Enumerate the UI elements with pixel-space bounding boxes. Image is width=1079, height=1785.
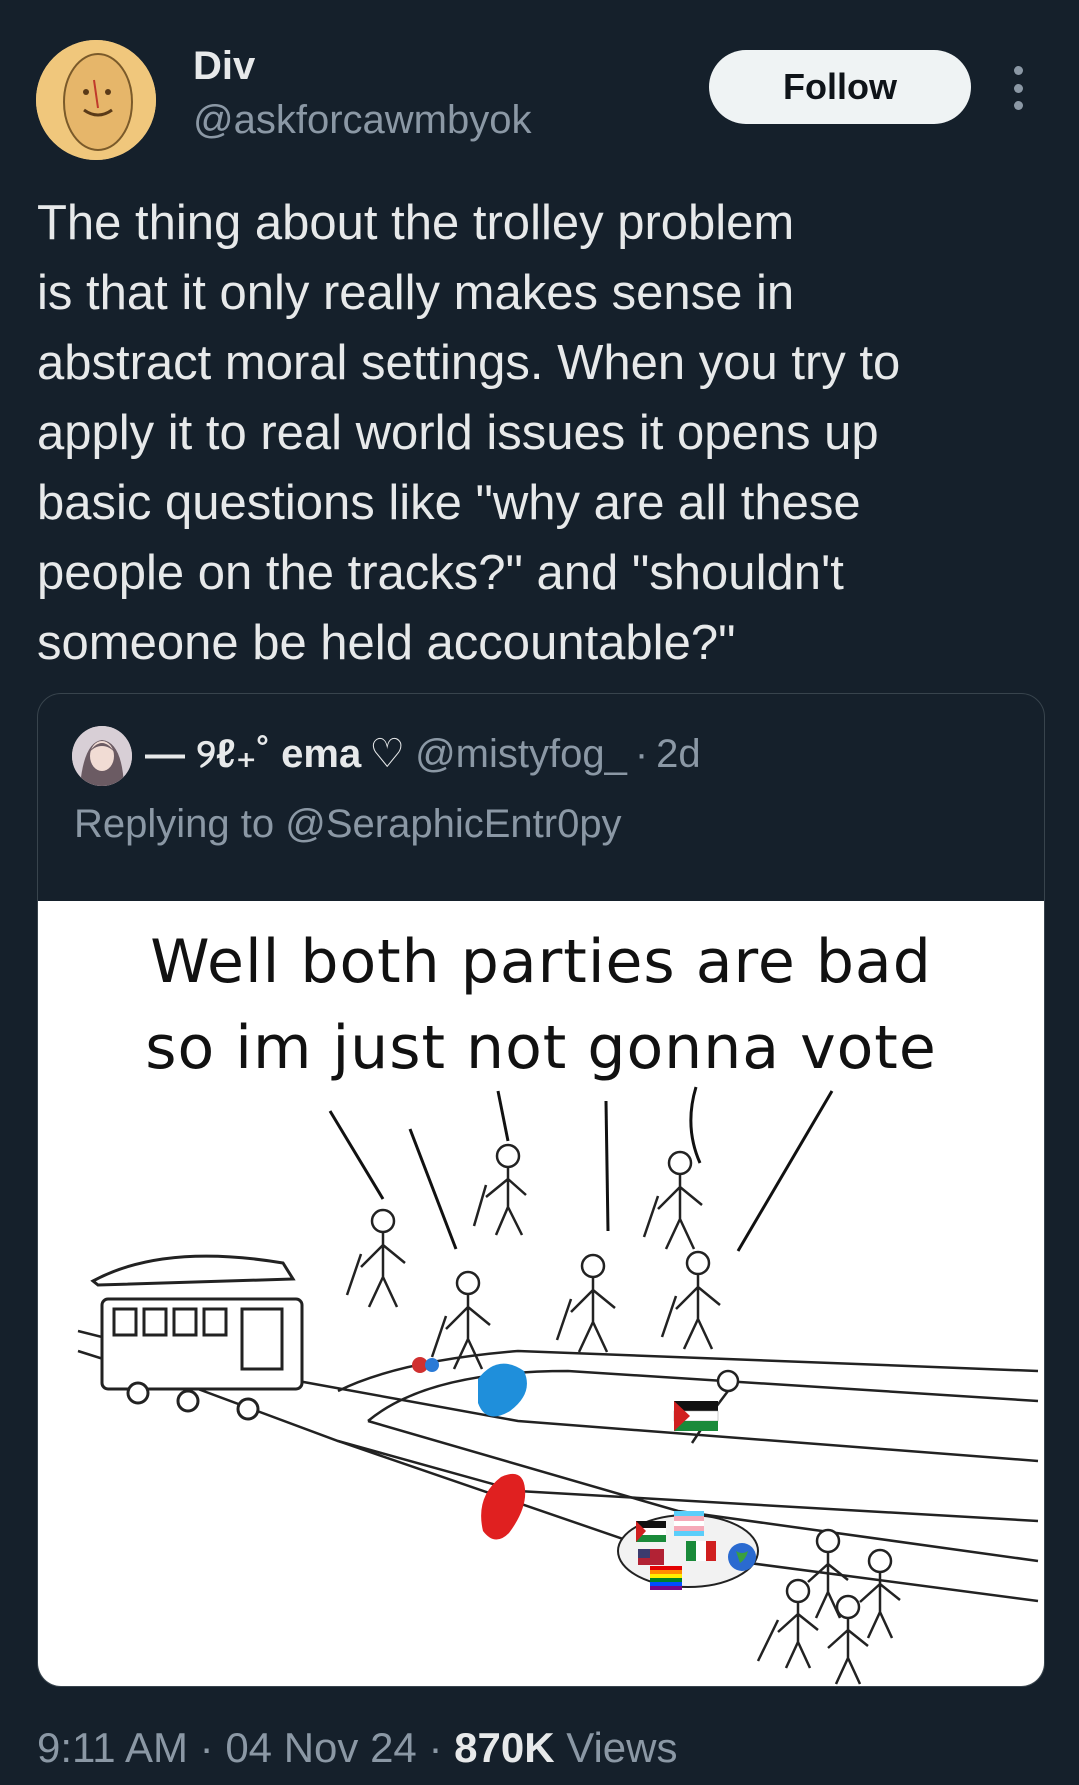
tweet-time[interactable]: 9:11 AM [37, 1724, 188, 1771]
views-count: 870K [454, 1724, 555, 1771]
tweet-date[interactable]: 04 Nov 24 [225, 1724, 416, 1771]
separator-dot: · [428, 1724, 443, 1771]
author-display-name[interactable]: Div [193, 44, 255, 89]
heart-outline-icon: ♡ [369, 732, 406, 776]
quoted-timestamp[interactable]: 2d [656, 732, 701, 777]
replying-to-text[interactable]: Replying to @SeraphicEntr0py [74, 802, 622, 847]
quoted-author-avatar[interactable] [72, 726, 132, 786]
quoted-handle[interactable]: @mistyfog_ [415, 732, 627, 777]
views-label: Views [566, 1724, 678, 1771]
meme-image[interactable]: Well both parties are bad so im just not… [38, 901, 1044, 1686]
quoted-avatar-drawing [72, 726, 132, 786]
avatar-drawing [36, 40, 156, 160]
quoted-tweet-card[interactable]: — ୨ℓ₊˚ ema ♡ @mistyfog_ · 2d Replying to… [37, 693, 1045, 1687]
follow-button[interactable]: Follow [709, 50, 971, 124]
tweet-meta: 9:11 AM · 04 Nov 24 · 870K Views [37, 1724, 678, 1772]
quoted-display-name[interactable]: — ୨ℓ₊˚ ema [145, 731, 361, 777]
author-avatar[interactable] [36, 40, 156, 160]
meme-caption: Well both parties are bad so im just not… [145, 927, 937, 1083]
separator-dot: · [199, 1724, 214, 1771]
quoted-header: — ୨ℓ₊˚ ema ♡ @mistyfog_ · 2d [145, 724, 701, 784]
tweet-text: The thing about the trolley problem is t… [37, 196, 901, 670]
author-handle[interactable]: @askforcawmbyok [193, 98, 531, 143]
separator-dot: · [634, 731, 649, 776]
more-vertical-icon[interactable] [1005, 66, 1031, 110]
